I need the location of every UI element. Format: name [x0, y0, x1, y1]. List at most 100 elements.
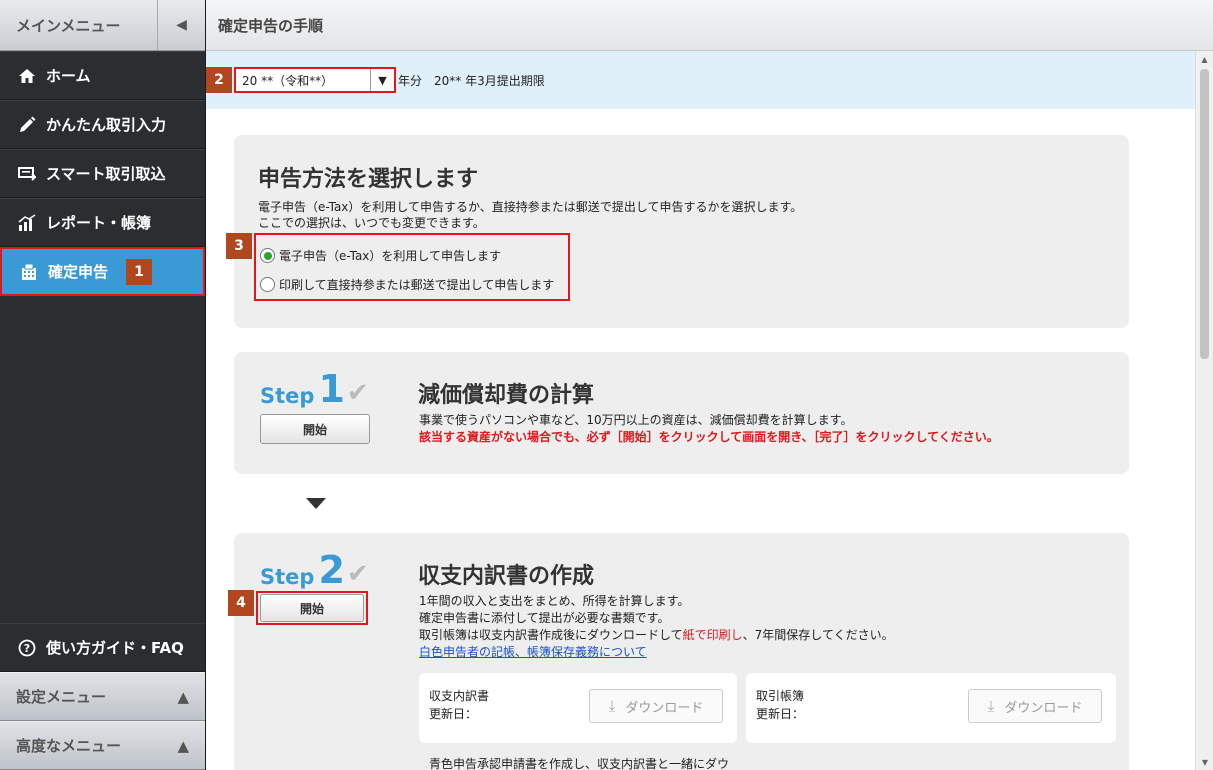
step-word: Step: [260, 565, 315, 589]
print-on-paper-text: 紙で印刷し: [682, 628, 743, 642]
main-content: 確定申告の手順 2 20 **（令和**） ▼ 年分 20** 年3月提出期限 …: [206, 0, 1213, 770]
step2-label: Step 2 ✔: [260, 551, 369, 589]
sidebar: メインメニュー ◀ ホーム かんたん取引入力 スマート取引取込 レポート・帳簿 …: [0, 0, 206, 770]
step2-start-button[interactable]: 開始: [260, 594, 364, 622]
sidebar-item-label: スマート取引取込: [46, 165, 166, 183]
home-icon: [16, 65, 38, 87]
step1-title: 減価償却費の計算: [418, 383, 595, 408]
step1-start-button[interactable]: 開始: [260, 414, 370, 444]
deadline-text: 20** 年3月提出期限: [434, 73, 545, 88]
import-icon: [16, 163, 38, 185]
year-bar: 2 20 **（令和**） ▼ 年分 20** 年3月提出期限: [206, 51, 1195, 109]
download-ledger-button[interactable]: ⤓ ダウンロード: [968, 689, 1102, 723]
step2-line-3: 取引帳簿は収支内訳書作成後にダウンロードして紙で印刷し、7年間保存してください。: [419, 627, 894, 644]
page-title: 確定申告の手順: [206, 0, 1213, 51]
sidebar-item-smart-import[interactable]: スマート取引取込: [0, 149, 205, 198]
blue-return-note: 青色申告承認申請書を作成し、収支内訳書と一緒にダウ: [429, 757, 730, 770]
report-chart-icon: [16, 212, 38, 234]
dropdown-arrow-icon: ▼: [370, 69, 394, 91]
annotation-badge: 1: [126, 258, 153, 285]
radio-unchecked-icon[interactable]: [260, 277, 275, 292]
scroll-area: 2 20 **（令和**） ▼ 年分 20** 年3月提出期限 申告方法を選択し…: [206, 51, 1213, 770]
year-select-value: 20 **（令和**）: [242, 73, 334, 88]
download-icon: ⤓: [987, 697, 995, 715]
card-update-date: 更新日：: [429, 707, 478, 721]
ledger-card: 取引帳簿 更新日： ⤓ ダウンロード: [746, 673, 1116, 743]
step1-description: 事業で使うパソコンや車など、10万円以上の資産は、減価償却費を計算します。 該当…: [419, 412, 999, 446]
step2-title: 収支内訳書の作成: [418, 564, 595, 589]
annotation-badge: 2: [206, 67, 232, 93]
step1-label: Step 1 ✔: [260, 370, 369, 408]
step1-panel: Step 1 ✔ 開始 減価償却費の計算 事業で使うパソコンや車など、10万円以…: [234, 352, 1129, 474]
sidebar-bottom: ? 使い方ガイド・FAQ 設定メニュー ▲ 高度なメニュー ▲: [0, 623, 205, 770]
pencil-icon: [16, 114, 38, 136]
chevron-left-icon: ◀: [176, 17, 187, 33]
download-label: ダウンロード: [625, 700, 704, 716]
method-option-label: 電子申告（e-Tax）を利用して申告します: [279, 249, 502, 263]
checkmark-icon: ✔: [346, 559, 369, 589]
chevron-up-icon: ▲: [177, 736, 189, 755]
step2-line-3a: 取引帳簿は収支内訳書作成後にダウンロードして: [419, 628, 683, 642]
step2-line-3c: 、7年間保存してください。: [742, 628, 894, 642]
step2-line-2: 確定申告書に添付して提出が必要な書類です。: [419, 611, 670, 625]
step-number: 1: [318, 367, 345, 411]
vertical-scrollbar[interactable]: ▲ ▼: [1195, 51, 1213, 770]
income-statement-card: 収支内訳書 更新日： ⤓ ダウンロード: [419, 673, 737, 743]
advanced-menu-label: 高度なメニュー: [16, 737, 122, 755]
year-suffix: 年分: [398, 73, 423, 88]
sidebar-item-home[interactable]: ホーム: [0, 51, 205, 100]
scroll-up-icon[interactable]: ▲: [1196, 51, 1213, 67]
method-option-paper[interactable]: 印刷して直接持参または郵送で提出して申告します: [260, 270, 568, 299]
radio-checked-icon[interactable]: [260, 248, 275, 263]
method-title: 申告方法を選択します: [258, 167, 479, 192]
guide-faq-label: 使い方ガイド・FAQ: [46, 639, 184, 657]
tax-return-icon: [18, 261, 40, 283]
sidebar-item-label: かんたん取引入力: [46, 116, 167, 134]
scroll-down-icon[interactable]: ▼: [1196, 754, 1213, 770]
sidebar-item-tax-return[interactable]: 確定申告 1: [0, 247, 205, 296]
svg-text:?: ?: [24, 642, 30, 655]
settings-menu-toggle[interactable]: 設定メニュー ▲: [0, 672, 205, 721]
scroll-thumb[interactable]: [1200, 69, 1209, 359]
year-select[interactable]: 20 **（令和**） ▼: [234, 67, 396, 93]
guide-faq-link[interactable]: ? 使い方ガイド・FAQ: [0, 623, 205, 672]
sidebar-item-reports[interactable]: レポート・帳簿: [0, 198, 205, 247]
annotation-badge: 4: [228, 590, 254, 616]
collapse-sidebar-button[interactable]: ◀: [157, 0, 205, 50]
chevron-up-icon: ▲: [177, 687, 189, 706]
checkmark-icon: ✔: [346, 378, 369, 408]
step2-panel: Step 2 ✔ 4 開始 収支内訳書の作成 1年間の収入と支出をまとめ、所得を…: [228, 533, 1129, 770]
method-desc-1: 電子申告（e-Tax）を利用して申告するか、直接持参または郵送で提出して申告する…: [258, 200, 803, 214]
download-label: ダウンロード: [1004, 700, 1083, 716]
method-radio-group: 電子申告（e-Tax）を利用して申告します 印刷して直接持参または郵送で提出して…: [254, 233, 570, 301]
download-income-statement-button[interactable]: ⤓ ダウンロード: [589, 689, 723, 723]
down-arrow-icon: [306, 498, 326, 509]
question-circle-icon: ?: [16, 637, 38, 659]
sidebar-item-simple-entry[interactable]: かんたん取引入力: [0, 100, 205, 149]
method-option-etax[interactable]: 電子申告（e-Tax）を利用して申告します: [260, 241, 568, 270]
sidebar-header: メインメニュー ◀: [0, 0, 205, 51]
card-labels: 収支内訳書 更新日：: [429, 687, 489, 723]
step1-warning: 該当する資産がない場合でも、必ず［開始］をクリックして画面を開き、［完了］をクリ…: [419, 430, 999, 444]
method-options: 3 電子申告（e-Tax）を利用して申告します 印刷して直接持参または郵送で提出…: [226, 233, 570, 301]
settings-menu-label: 設定メニュー: [16, 688, 107, 706]
sidebar-item-label: レポート・帳簿: [46, 214, 152, 232]
card-title: 収支内訳書: [429, 689, 490, 703]
method-option-label: 印刷して直接持参または郵送で提出して申告します: [279, 278, 555, 292]
bookkeeping-obligation-link[interactable]: 白色申告者の記帳、帳簿保存義務について: [419, 645, 647, 659]
step2-description: 1年間の収入と支出をまとめ、所得を計算します。 確定申告書に添付して提出が必要な…: [419, 593, 894, 661]
method-desc-2: ここでの選択は、いつでも変更できます。: [258, 216, 485, 230]
main-menu-title: メインメニュー: [16, 16, 121, 35]
advanced-menu-toggle[interactable]: 高度なメニュー ▲: [0, 721, 205, 770]
step-number: 2: [318, 548, 345, 592]
step-word: Step: [260, 384, 315, 408]
card-labels: 取引帳簿 更新日：: [756, 687, 804, 723]
step1-desc-text: 事業で使うパソコンや車など、10万円以上の資産は、減価償却費を計算します。: [419, 413, 853, 427]
method-panel: 申告方法を選択します 電子申告（e-Tax）を利用して申告するか、直接持参または…: [226, 135, 1129, 328]
step2-line-1: 1年間の収入と支出をまとめ、所得を計算します。: [419, 594, 690, 608]
download-icon: ⤓: [608, 697, 616, 715]
card-update-date: 更新日：: [756, 707, 805, 721]
card-title: 取引帳簿: [756, 689, 805, 703]
sidebar-item-label: 確定申告: [48, 263, 109, 281]
sidebar-item-label: ホーム: [46, 67, 91, 85]
